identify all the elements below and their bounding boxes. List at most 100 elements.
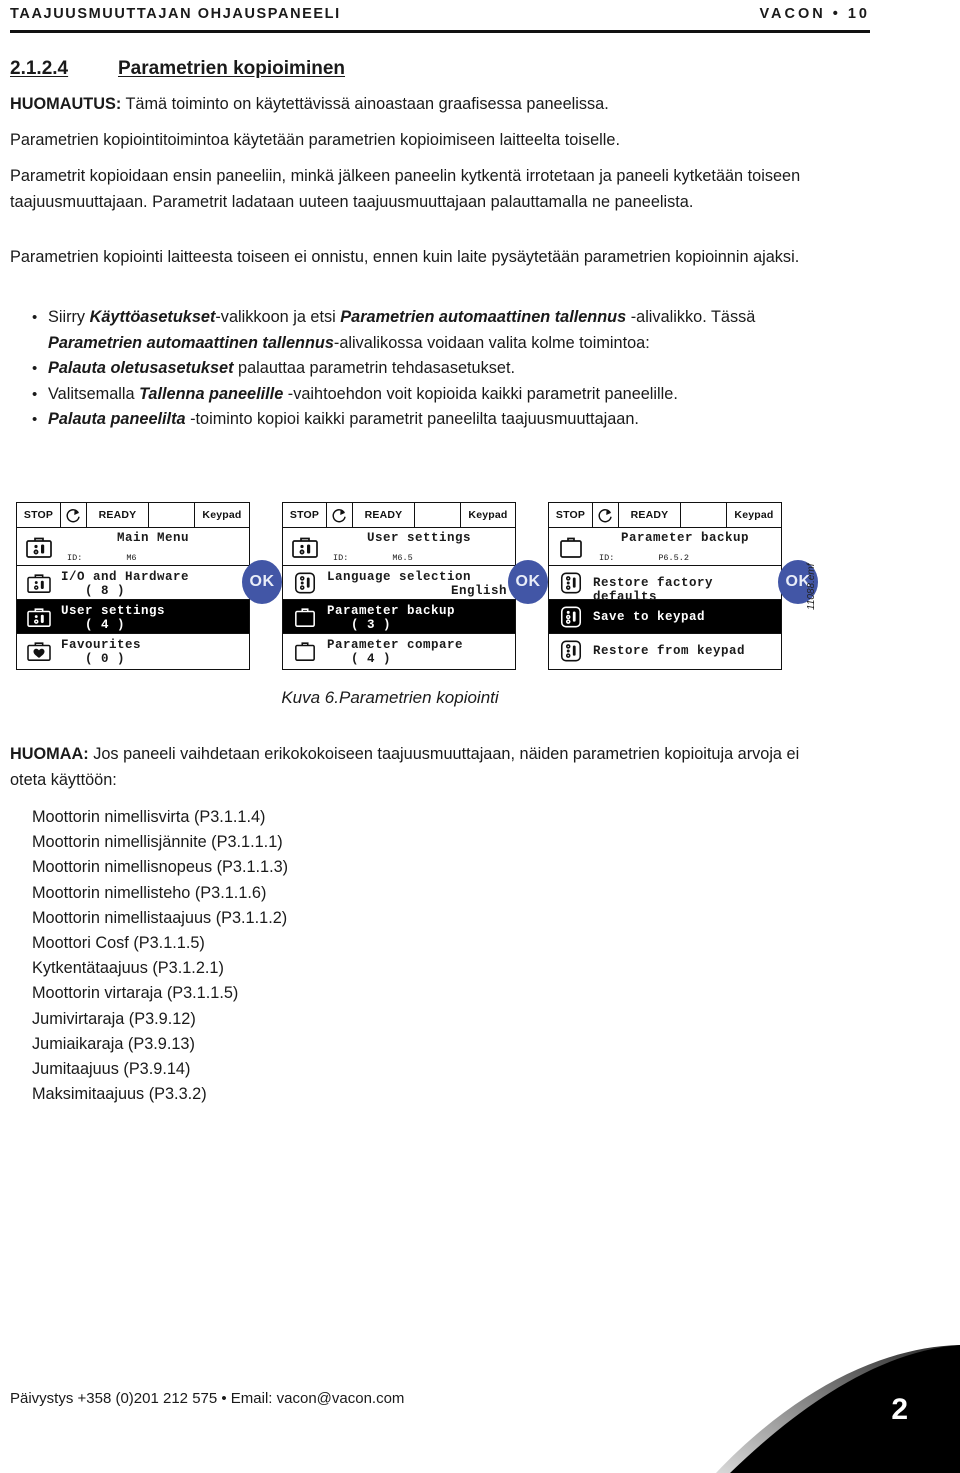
- menu-item-label: Favourites: [61, 638, 142, 652]
- menu-item-label: Save to keypad: [593, 610, 706, 624]
- menu-item-value: English: [450, 584, 507, 598]
- settings-dots-icon: [549, 634, 593, 668]
- note-paragraph: HUOMAUTUS: Tämä toiminto on käytettäviss…: [10, 92, 816, 118]
- section-heading: 2.1.2.4 Parametrien kopioiminen: [10, 58, 910, 84]
- note-2-label: HUOMAA:: [10, 745, 89, 763]
- status-keypad: Keypad: [202, 509, 242, 521]
- menu-item-count: ( 8 ): [85, 584, 126, 598]
- footer-contact: Päivystys +358 (0)201 212 575 • Email: v…: [10, 1390, 405, 1407]
- panel-title-row: Main Menu ID: M6: [17, 528, 249, 566]
- parameter-list: Moottorin nimellisvirta (P3.1.1.4) Moott…: [32, 805, 632, 1107]
- rotation-arrow-icon: [61, 503, 87, 527]
- note-text: Tämä toiminto on käytettävissä ainoastaa…: [121, 95, 609, 113]
- note-2-text: Jos paneeli vaihdetaan erikokokoiseen ta…: [10, 745, 800, 789]
- settings-dots-icon: [283, 566, 327, 599]
- panel-title: User settings: [366, 531, 472, 545]
- status-stop: STOP: [549, 503, 593, 527]
- status-bar: STOP READY Keypad: [549, 503, 781, 528]
- panel-title: Main Menu: [116, 531, 189, 545]
- paragraph-1: Parametrien kopiointitoimintoa käytetään…: [10, 131, 620, 149]
- menu-item-count: ( 4 ): [351, 652, 392, 666]
- menu-item-label: Parameter compare: [327, 638, 464, 652]
- status-ready: READY: [353, 503, 415, 527]
- menu-item-count: ( 0 ): [85, 652, 126, 666]
- panel-id-value: M6.5: [392, 553, 413, 563]
- parameter-list-item: Moottorin nimellisvirta (P3.1.1.4): [32, 808, 266, 826]
- menu-item-count: ( 3 ): [351, 618, 392, 632]
- keypad-menu-item[interactable]: Restore factory defaults: [549, 566, 781, 604]
- keypad-panel-user-settings: STOP READY Keypad User settings ID: M6.5: [282, 502, 516, 670]
- ok-button[interactable]: OK: [508, 560, 548, 604]
- ok-button[interactable]: OK: [242, 560, 282, 604]
- status-bar: STOP READY Keypad: [283, 503, 515, 528]
- briefcase-icon: [283, 600, 327, 633]
- keypad-menu-item[interactable]: Language selection English: [283, 566, 515, 600]
- note-2: HUOMAA: Jos paneeli vaihdetaan erikokoko…: [10, 742, 830, 793]
- panel-id-label: ID:: [67, 553, 83, 563]
- paragraph-2: Parametrit kopioidaan ensin paneeliin, m…: [10, 167, 801, 211]
- header-divider: [10, 30, 870, 33]
- panel-title: Parameter backup: [620, 531, 750, 545]
- status-bar: STOP READY Keypad: [17, 503, 249, 528]
- toolbox-icon: [17, 566, 61, 599]
- footer-decoration: [620, 1345, 960, 1473]
- toolbox-icon: [17, 600, 61, 633]
- settings-dots-icon: [549, 600, 593, 633]
- parameter-list-item: Moottorin virtaraja (P3.1.1.5): [32, 984, 239, 1003]
- figure-source-label: 11088.emf: [806, 563, 817, 610]
- menu-item-label: Parameter backup: [327, 604, 456, 618]
- status-stop: STOP: [17, 503, 61, 527]
- parameter-list-item: Moottorin nimellisteho (P3.1.1.6): [32, 883, 267, 902]
- rotation-arrow-icon: [327, 503, 353, 527]
- status-keypad: Keypad: [734, 509, 774, 521]
- status-blank: [149, 503, 195, 527]
- parameter-list-item: Moottori Cosf (P3.1.1.5): [32, 934, 205, 953]
- toolbox-icon: [283, 528, 327, 565]
- keypad-menu-item[interactable]: Restore from keypad: [549, 634, 781, 668]
- menu-item-label: User settings: [61, 604, 166, 618]
- menu-item-label: Restore from keypad: [593, 644, 746, 658]
- keypad-menu-item[interactable]: Favourites ( 0 ): [17, 634, 249, 668]
- panel-id-label: ID:: [599, 553, 615, 563]
- bullet-item: Palauta oletusasetukset palauttaa parame…: [10, 356, 820, 382]
- keypad-panel-main-menu: STOP READY Keypad Main Menu ID: M6 I/O a…: [16, 502, 250, 670]
- parameter-list-item: Jumivirtaraja (P3.9.12): [32, 1009, 196, 1028]
- status-ready: READY: [619, 503, 681, 527]
- bullet-item: Valitsemalla Tallenna paneelille -vaihto…: [10, 382, 820, 408]
- panel-id-label: ID:: [333, 553, 349, 563]
- status-stop: STOP: [283, 503, 327, 527]
- page-header: Taajuusmuuttajan ohjauspaneeli vacon • 1…: [10, 6, 870, 40]
- keypad-menu-item[interactable]: I/O and Hardware ( 8 ): [17, 566, 249, 600]
- parameter-list-item: Moottorin nimellistaajuus (P3.1.1.2): [32, 908, 288, 927]
- briefcase-icon: [549, 528, 593, 565]
- header-left-title: Taajuusmuuttajan ohjauspaneeli: [10, 6, 341, 22]
- parameter-list-item: Kytkentätaajuus (P3.1.2.1): [32, 959, 224, 978]
- note-label: HUOMAUTUS:: [10, 95, 122, 113]
- keypad-menu-item-selected[interactable]: Parameter backup ( 3 ): [283, 600, 515, 634]
- heart-icon: [17, 634, 61, 668]
- page-number: 2: [891, 1393, 908, 1426]
- status-blank: [415, 503, 461, 527]
- panel-id-value: M6: [126, 553, 137, 563]
- rotation-arrow-icon: [593, 503, 619, 527]
- keypad-menu-item[interactable]: Parameter compare ( 4 ): [283, 634, 515, 668]
- menu-item-label: I/O and Hardware: [61, 570, 190, 584]
- parameter-list-item: Moottorin nimellisnopeus (P3.1.1.3): [32, 858, 289, 877]
- status-keypad: Keypad: [468, 509, 508, 521]
- status-ready: READY: [87, 503, 149, 527]
- bullet-list: Siirry Käyttöasetukset-valikkoon ja etsi…: [10, 305, 820, 433]
- parameter-list-item: Jumitaajuus (P3.9.14): [32, 1060, 191, 1079]
- parameter-list-item: Maksimitaajuus (P3.3.2): [32, 1085, 207, 1104]
- status-blank: [681, 503, 727, 527]
- settings-dots-icon: [549, 566, 593, 599]
- parameter-list-item: Jumiaikaraja (P3.9.13): [32, 1034, 195, 1053]
- figure-caption: Kuva 6.Parametrien kopiointi: [281, 688, 499, 707]
- keypad-menu-item-selected[interactable]: User settings ( 4 ): [17, 600, 249, 634]
- section-number: 2.1.2.4: [10, 58, 69, 79]
- keypad-menu-item-selected[interactable]: Save to keypad: [549, 600, 781, 634]
- briefcase-icon: [283, 634, 327, 668]
- header-right-title: vacon • 10: [759, 6, 870, 22]
- toolbox-icon: [17, 528, 61, 565]
- bullet-item: Palauta paneelilta -toiminto kopioi kaik…: [10, 407, 820, 433]
- panel-title-row: Parameter backup ID: P6.5.2: [549, 528, 781, 566]
